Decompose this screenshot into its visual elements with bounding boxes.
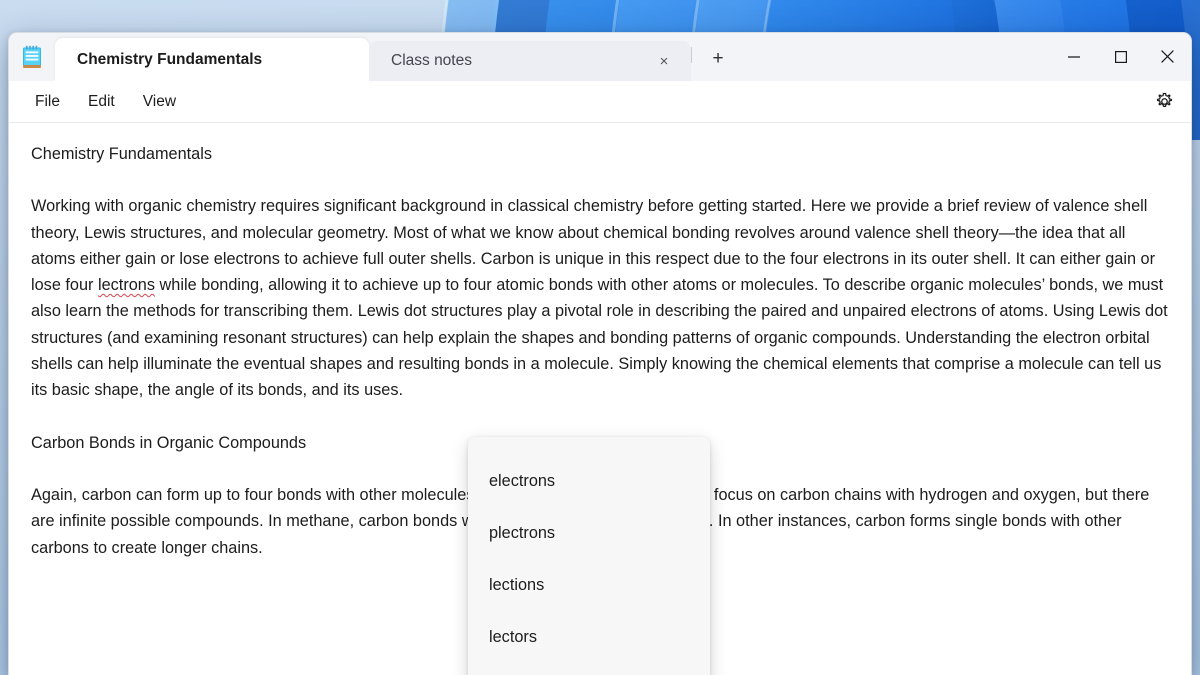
maximize-icon[interactable] [1097,33,1144,80]
paragraph-1-text-after: while bonding, allowing it to achieve up… [31,276,1168,400]
suggestion-item-electrons[interactable]: electrons [468,455,710,507]
tab-strip: Chemistry Fundamentals Class notes × + [55,33,1050,81]
document-title: Chemistry Fundamentals [31,145,212,163]
spellcheck-suggestion-menu[interactable]: electrons plectrons lections lectors ele… [468,437,710,675]
suggestion-item-lectors[interactable]: lectors [468,611,710,663]
gear-icon[interactable] [1147,87,1181,117]
notepad-window: Chemistry Fundamentals Class notes × + F… [8,32,1192,675]
tab-label: Class notes [391,52,472,69]
close-icon[interactable] [1144,33,1191,80]
window-controls [1050,33,1191,81]
menu-item-view[interactable]: View [129,88,190,116]
tab-divider [691,47,692,63]
menu-item-edit[interactable]: Edit [74,88,129,116]
notepad-icon [9,33,55,81]
tab-label: Chemistry Fundamentals [77,50,263,68]
new-tab-icon[interactable]: + [700,41,736,77]
tab-chemistry-fundamentals[interactable]: Chemistry Fundamentals [55,38,369,81]
misspelled-word[interactable]: lectrons [98,276,155,294]
minimize-icon[interactable] [1050,33,1097,80]
document-paragraph-1: Working with organic chemistry requires … [31,193,1169,403]
suggestion-item-lections[interactable]: lections [468,559,710,611]
suggestion-item-plectrons[interactable]: plectrons [468,507,710,559]
suggestion-item-electrons-possessive[interactable]: electron’s [468,663,710,675]
document-editor[interactable]: Chemistry Fundamentals Working with orga… [9,123,1191,675]
tab-class-notes[interactable]: Class notes × [369,41,691,81]
menu-bar: File Edit View [9,81,1191,123]
menu-item-file[interactable]: File [21,88,74,116]
close-tab-icon[interactable]: × [649,46,679,76]
title-bar: Chemistry Fundamentals Class notes × + [9,33,1191,81]
